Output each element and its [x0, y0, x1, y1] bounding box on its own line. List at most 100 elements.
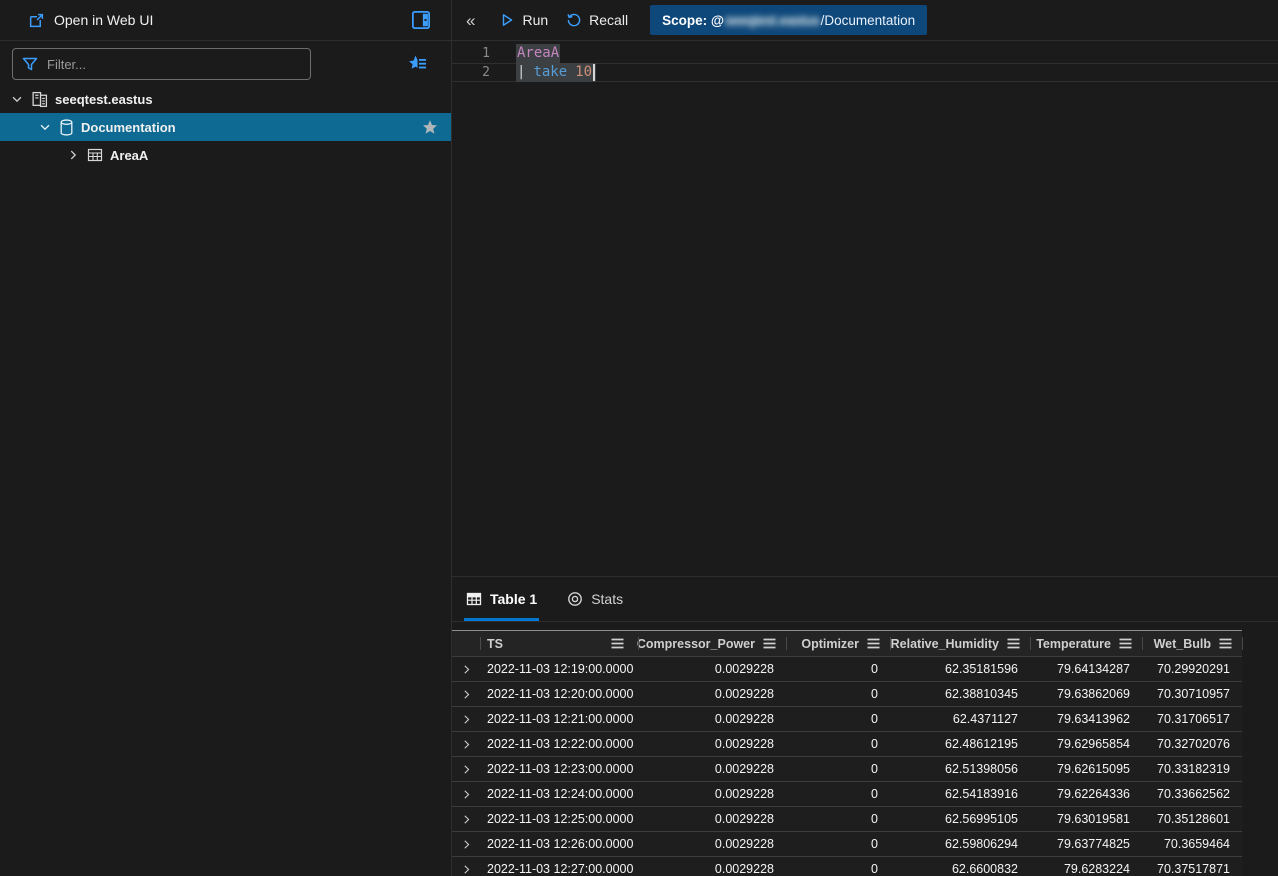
cell-optimizer[interactable]: 0 [786, 857, 890, 876]
cell-compressor-power[interactable]: 0.0029228 [638, 707, 786, 731]
cell-relative-humidity[interactable]: 62.56995105 [890, 807, 1030, 831]
filter-input[interactable]: Filter... [12, 48, 311, 80]
cell-optimizer[interactable]: 0 [786, 782, 890, 806]
cell-compressor-power[interactable]: 0.0029228 [638, 857, 786, 876]
cell-wet-bulb[interactable]: 70.30710957 [1142, 682, 1242, 706]
star-icon[interactable] [422, 119, 438, 135]
cell-optimizer[interactable]: 0 [786, 657, 890, 681]
cell-relative-humidity[interactable]: 62.51398056 [890, 757, 1030, 781]
row-expand-chevron[interactable] [452, 732, 480, 756]
cell-relative-humidity[interactable]: 62.35181596 [890, 657, 1030, 681]
collapse-sidebar-button[interactable]: « [466, 12, 475, 29]
cell-wet-bulb[interactable]: 70.29920291 [1142, 657, 1242, 681]
row-expand-chevron[interactable] [452, 782, 480, 806]
cell-compressor-power[interactable]: 0.0029228 [638, 732, 786, 756]
column-header-temperature[interactable]: Temperature [1030, 631, 1142, 656]
row-expand-chevron[interactable] [452, 657, 480, 681]
cell-compressor-power[interactable]: 0.0029228 [638, 757, 786, 781]
cell-temperature[interactable]: 79.62965854 [1030, 732, 1142, 756]
cell-ts[interactable]: 2022-11-03 12:20:00.0000 [480, 682, 638, 706]
cell-ts[interactable]: 2022-11-03 12:22:00.0000 [480, 732, 638, 756]
cell-ts[interactable]: 2022-11-03 12:19:00.0000 [480, 657, 638, 681]
row-expand-chevron[interactable] [452, 707, 480, 731]
connection-tree: seeqtest.eastus Documentation [0, 85, 451, 169]
column-header-optimizer[interactable]: Optimizer [786, 631, 890, 656]
cell-optimizer[interactable]: 0 [786, 732, 890, 756]
cell-relative-humidity[interactable]: 62.59806294 [890, 832, 1030, 856]
row-expand-chevron[interactable] [452, 807, 480, 831]
scope-badge[interactable]: Scope: @ seeqtest.eastus /Documentation [650, 5, 927, 35]
cell-ts[interactable]: 2022-11-03 12:27:00.0000 [480, 857, 638, 876]
cell-wet-bulb[interactable]: 70.35128601 [1142, 807, 1242, 831]
cell-optimizer[interactable]: 0 [786, 832, 890, 856]
cell-compressor-power[interactable]: 0.0029228 [638, 782, 786, 806]
cell-ts[interactable]: 2022-11-03 12:26:00.0000 [480, 832, 638, 856]
favorites-filter-icon[interactable] [407, 54, 439, 74]
cell-relative-humidity[interactable]: 62.6600832 [890, 857, 1030, 876]
open-in-web-ui-button[interactable]: Open in Web UI [28, 12, 153, 29]
query-toolbar: « Run Recall Scope: @ seeqtest.eastus /D… [452, 0, 1278, 41]
scope-masked-text: seeqtest.eastus [725, 13, 820, 28]
column-header-ts[interactable]: TS [480, 631, 638, 656]
recall-button[interactable]: Recall [566, 12, 628, 28]
cell-relative-humidity[interactable]: 62.38810345 [890, 682, 1030, 706]
column-header-relative-humidity[interactable]: Relative_Humidity [890, 631, 1030, 656]
cell-ts[interactable]: 2022-11-03 12:24:00.0000 [480, 782, 638, 806]
run-button[interactable]: Run [499, 12, 548, 28]
column-menu-icon[interactable] [867, 638, 880, 649]
column-menu-icon[interactable] [611, 638, 624, 649]
sidebar-item-cluster[interactable]: seeqtest.eastus [0, 85, 451, 113]
cell-compressor-power[interactable]: 0.0029228 [638, 657, 786, 681]
cell-temperature[interactable]: 79.63774825 [1030, 832, 1142, 856]
column-menu-icon[interactable] [1119, 638, 1132, 649]
cell-relative-humidity[interactable]: 62.48612195 [890, 732, 1030, 756]
column-header-compressor-power[interactable]: Compressor_Power [638, 631, 786, 656]
cell-wet-bulb[interactable]: 70.33662562 [1142, 782, 1242, 806]
cell-relative-humidity[interactable]: 62.54183916 [890, 782, 1030, 806]
cell-temperature[interactable]: 79.62264336 [1030, 782, 1142, 806]
query-editor[interactable]: 1 AreaA 2 | take 10 [452, 41, 1278, 576]
filter-placeholder: Filter... [47, 57, 86, 72]
row-expand-chevron[interactable] [452, 857, 480, 876]
cell-compressor-power[interactable]: 0.0029228 [638, 807, 786, 831]
cell-ts[interactable]: 2022-11-03 12:21:00.0000 [480, 707, 638, 731]
cell-relative-humidity[interactable]: 62.4371127 [890, 707, 1030, 731]
column-header-wet-bulb[interactable]: Wet_Bulb [1142, 631, 1242, 656]
tab-stats[interactable]: Stats [567, 577, 623, 621]
cell-temperature[interactable]: 79.6283224 [1030, 857, 1142, 876]
tab-table-1[interactable]: Table 1 [466, 577, 537, 621]
cell-wet-bulb[interactable]: 70.32702076 [1142, 732, 1242, 756]
row-expand-chevron[interactable] [452, 682, 480, 706]
cell-temperature[interactable]: 79.62615095 [1030, 757, 1142, 781]
column-menu-icon[interactable] [1219, 638, 1232, 649]
cell-ts[interactable]: 2022-11-03 12:25:00.0000 [480, 807, 638, 831]
row-expand-chevron[interactable] [452, 757, 480, 781]
cell-temperature[interactable]: 79.63019581 [1030, 807, 1142, 831]
cell-wet-bulb[interactable]: 70.3659464 [1142, 832, 1242, 856]
app-window: Open in Web UI Filter... [0, 0, 1278, 876]
cell-wet-bulb[interactable]: 70.37517871 [1142, 857, 1242, 876]
cell-temperature[interactable]: 79.63862069 [1030, 682, 1142, 706]
cell-optimizer[interactable]: 0 [786, 807, 890, 831]
cell-temperature[interactable]: 79.64134287 [1030, 657, 1142, 681]
cell-optimizer[interactable]: 0 [786, 757, 890, 781]
sidebar-item-table[interactable]: AreaA [0, 141, 451, 169]
sidebar-item-database[interactable]: Documentation [0, 113, 451, 141]
cell-wet-bulb[interactable]: 70.31706517 [1142, 707, 1242, 731]
toggle-panel-icon[interactable] [411, 10, 431, 30]
chevron-down-icon[interactable] [38, 120, 52, 134]
cell-compressor-power[interactable]: 0.0029228 [638, 682, 786, 706]
cell-ts[interactable]: 2022-11-03 12:23:00.0000 [480, 757, 638, 781]
cell-optimizer[interactable]: 0 [786, 707, 890, 731]
table-row: 2022-11-03 12:27:00.0000 0.0029228 0 62.… [452, 857, 1242, 876]
cell-temperature[interactable]: 79.63413962 [1030, 707, 1142, 731]
chevron-down-icon[interactable] [10, 92, 24, 106]
chevron-right-icon[interactable] [66, 148, 80, 162]
cell-optimizer[interactable]: 0 [786, 682, 890, 706]
database-icon [59, 119, 74, 136]
column-menu-icon[interactable] [763, 638, 776, 649]
row-expand-chevron[interactable] [452, 832, 480, 856]
column-menu-icon[interactable] [1007, 638, 1020, 649]
cell-compressor-power[interactable]: 0.0029228 [638, 832, 786, 856]
cell-wet-bulb[interactable]: 70.33182319 [1142, 757, 1242, 781]
